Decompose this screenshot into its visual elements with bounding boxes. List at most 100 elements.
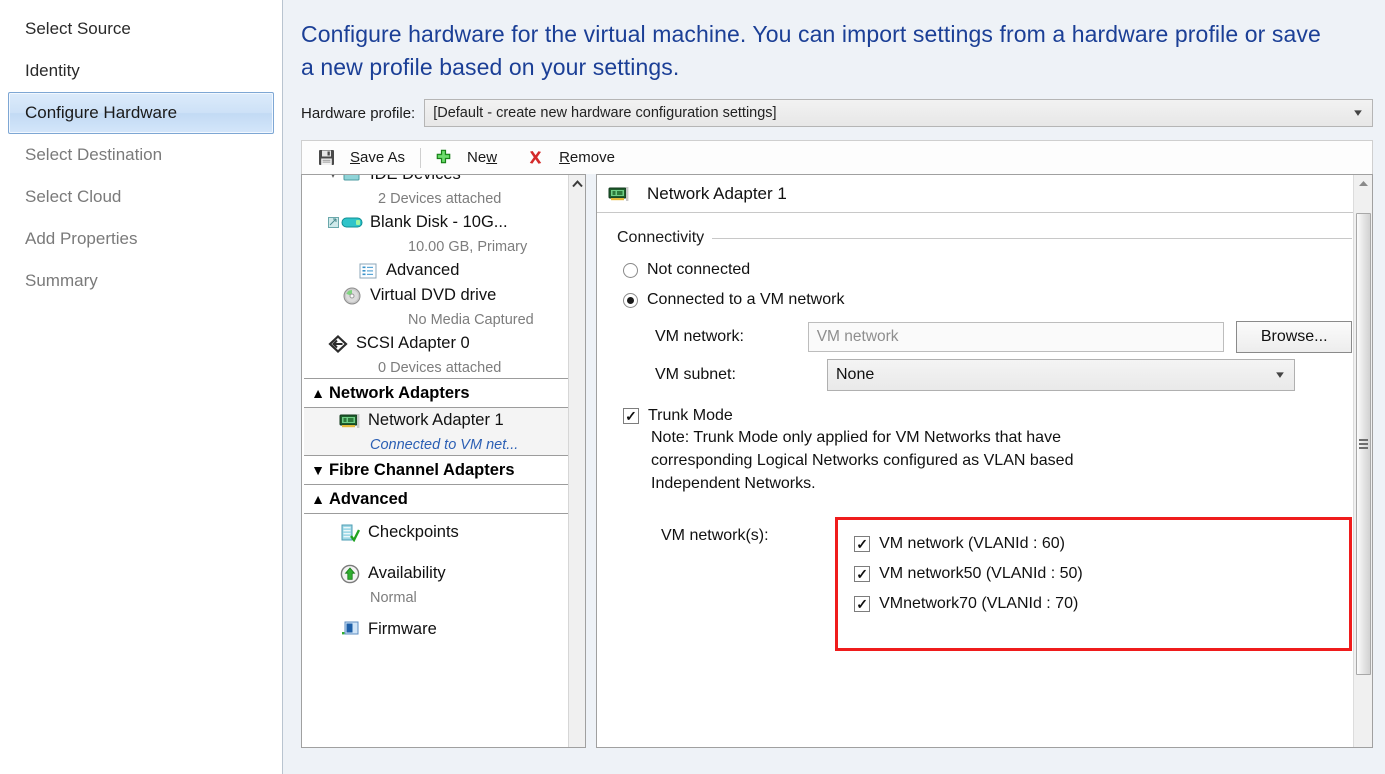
radio-not-connected-label: Not connected [647, 261, 750, 279]
vm-network-item[interactable]: ✓ VMnetwork70 (VLANId : 70) [854, 589, 1349, 619]
tree-item-label: Blank Disk - 10G... [370, 213, 508, 232]
hardware-profile-select[interactable]: [Default - create new hardware configura… [424, 99, 1373, 127]
trunk-mode-note: Note: Trunk Mode only applied for VM Net… [651, 427, 1211, 495]
sidebar-item-label: Select Destination [25, 145, 162, 165]
page-title: Configure hardware for the virtual machi… [301, 18, 1331, 83]
sidebar-item-label: Identity [25, 61, 80, 81]
vm-networks-label: VM network(s): [661, 517, 835, 545]
tree-group-fibre-channel-adapters[interactable]: ▼ Fibre Channel Adapters [304, 455, 569, 485]
checkbox-checked-icon[interactable]: ✓ [854, 596, 870, 612]
sidebar-item-select-destination[interactable]: Select Destination [8, 134, 274, 176]
advanced-list-icon [356, 263, 380, 279]
tree-scrollbar[interactable] [568, 175, 585, 747]
connectivity-legend: Connectivity [617, 229, 1352, 247]
sidebar-item-configure-hardware[interactable]: Configure Hardware [8, 92, 274, 134]
hardware-config-panes: ▾ IDE Devices 2 Devices attached [301, 174, 1373, 748]
tree-item-label: Firmware [368, 620, 437, 639]
save-as-button[interactable]: Save As [310, 145, 414, 171]
browse-button[interactable]: Browse... [1236, 321, 1352, 353]
sidebar-item-label: Select Source [25, 19, 131, 39]
sidebar-item-label: Add Properties [25, 229, 137, 249]
vm-networks-row: VM network(s): ✓ VM network (VLANId : 60… [661, 517, 1352, 651]
tree-group-network-adapters[interactable]: ▲ Network Adapters [304, 378, 569, 408]
trunk-mode-label: Trunk Mode [648, 407, 733, 425]
hardware-profile-row: Hardware profile: [Default - create new … [301, 99, 1373, 127]
trunk-mode-checkbox-row[interactable]: ✓ Trunk Mode [623, 407, 1352, 425]
hardware-tree-content: ▾ IDE Devices 2 Devices attached [302, 174, 569, 642]
tree-item-scsi-adapter[interactable]: SCSI Adapter 0 [304, 331, 569, 356]
tree-item-firmware[interactable]: Firmware [304, 617, 569, 642]
tree-item-availability[interactable]: Availability [304, 561, 569, 586]
main-content: Configure hardware for the virtual machi… [283, 0, 1385, 774]
sidebar-item-label: Configure Hardware [25, 103, 177, 123]
sidebar-item-label: Summary [25, 271, 98, 291]
trunk-mode-note-line-3: Independent Networks. [651, 473, 1211, 496]
vm-network-item[interactable]: ✓ VM network50 (VLANId : 50) [854, 559, 1349, 589]
scroll-up-button[interactable] [1354, 175, 1373, 192]
radio-icon [623, 263, 638, 278]
remove-button[interactable]: Remove [519, 145, 624, 171]
detail-scrollbar[interactable] [1353, 175, 1372, 747]
chevron-down-icon: ▾ [1269, 370, 1291, 381]
radio-connected-to-vm-network[interactable]: Connected to a VM network [623, 285, 1352, 315]
tree-item-network-adapter-1[interactable]: Network Adapter 1 [304, 408, 569, 433]
tree-item-label: Checkpoints [368, 523, 459, 542]
tree-item-virtual-dvd[interactable]: Virtual DVD drive [304, 283, 569, 308]
vm-subnet-value: None [836, 366, 1272, 384]
checkbox-checked-icon: ✓ [623, 408, 639, 424]
vm-network-input[interactable]: VM network [808, 322, 1225, 352]
hardware-tree[interactable]: ▾ IDE Devices 2 Devices attached [301, 174, 586, 748]
detail-pane-title: Network Adapter 1 [597, 175, 1372, 213]
wizard-window: Select Source Identity Configure Hardwar… [0, 0, 1385, 774]
close-x-icon [523, 149, 547, 166]
tree-item-sub: 10.00 GB, Primary [304, 235, 569, 258]
scrollbar-thumb[interactable] [1356, 213, 1371, 675]
trunk-mode-note-line-1: Note: Trunk Mode only applied for VM Net… [651, 427, 1211, 450]
vm-network-item[interactable]: ✓ VM network (VLANId : 60) [854, 529, 1349, 559]
tree-item-checkpoints[interactable]: Checkpoints [304, 520, 569, 545]
tree-group-advanced[interactable]: ▲ Advanced [304, 484, 569, 514]
vm-network-item-label: VM network (VLANId : 60) [879, 535, 1065, 553]
sidebar-item-identity[interactable]: Identity [8, 50, 274, 92]
chevron-up-icon: ▲ [307, 385, 329, 401]
sidebar-item-select-source[interactable]: Select Source [8, 8, 274, 50]
ide-devices-icon [340, 174, 364, 183]
checkbox-checked-icon[interactable]: ✓ [854, 566, 870, 582]
firmware-icon [338, 621, 362, 639]
network-adapter-icon [607, 186, 631, 202]
tree-item-label: IDE Devices [370, 174, 461, 184]
sidebar-item-select-cloud[interactable]: Select Cloud [8, 176, 274, 218]
chevron-up-icon: ▲ [307, 491, 329, 507]
detail-title-label: Network Adapter 1 [647, 184, 787, 204]
vm-subnet-select[interactable]: None ▾ [827, 359, 1295, 391]
wizard-steps-sidebar: Select Source Identity Configure Hardwar… [0, 0, 283, 774]
availability-icon [338, 564, 362, 584]
network-adapter-icon [338, 413, 362, 429]
save-as-label: Save As [350, 149, 405, 166]
tree-item-blank-disk[interactable]: Blank Disk - 10G... [304, 210, 569, 235]
vm-subnet-row: VM subnet: None ▾ [655, 359, 1352, 391]
sidebar-item-summary[interactable]: Summary [8, 260, 274, 302]
vm-network-row: VM network: VM network Browse... [655, 321, 1352, 353]
sidebar-item-add-properties[interactable]: Add Properties [8, 218, 274, 260]
tree-item-sub: 0 Devices attached [304, 356, 569, 379]
chevron-down-icon: ▼ [307, 462, 329, 478]
scsi-adapter-icon [326, 335, 350, 353]
radio-selected-icon [623, 293, 638, 308]
detail-pane-body: Connectivity Not connected Connected to … [597, 213, 1372, 651]
new-label: New [467, 149, 497, 166]
checkpoints-icon [338, 524, 362, 542]
tree-item-label: Advanced [386, 261, 459, 280]
profile-toolbar: Save As New Remove [301, 140, 1373, 174]
tree-item-ide-devices[interactable]: ▾ IDE Devices [304, 174, 569, 187]
tree-group-label: Advanced [329, 490, 408, 509]
plus-icon [431, 149, 455, 166]
vm-networks-list[interactable]: ✓ VM network (VLANId : 60) ✓ VM network5… [835, 517, 1352, 651]
checkbox-checked-icon[interactable]: ✓ [854, 536, 870, 552]
scroll-up-button[interactable] [569, 175, 586, 192]
tree-item-label: Virtual DVD drive [370, 286, 496, 305]
radio-not-connected[interactable]: Not connected [623, 255, 1352, 285]
tree-item-advanced-disk[interactable]: Advanced [304, 258, 569, 283]
adapter-detail-pane: Network Adapter 1 Connectivity Not conne… [596, 174, 1373, 748]
new-button[interactable]: New [427, 145, 506, 171]
